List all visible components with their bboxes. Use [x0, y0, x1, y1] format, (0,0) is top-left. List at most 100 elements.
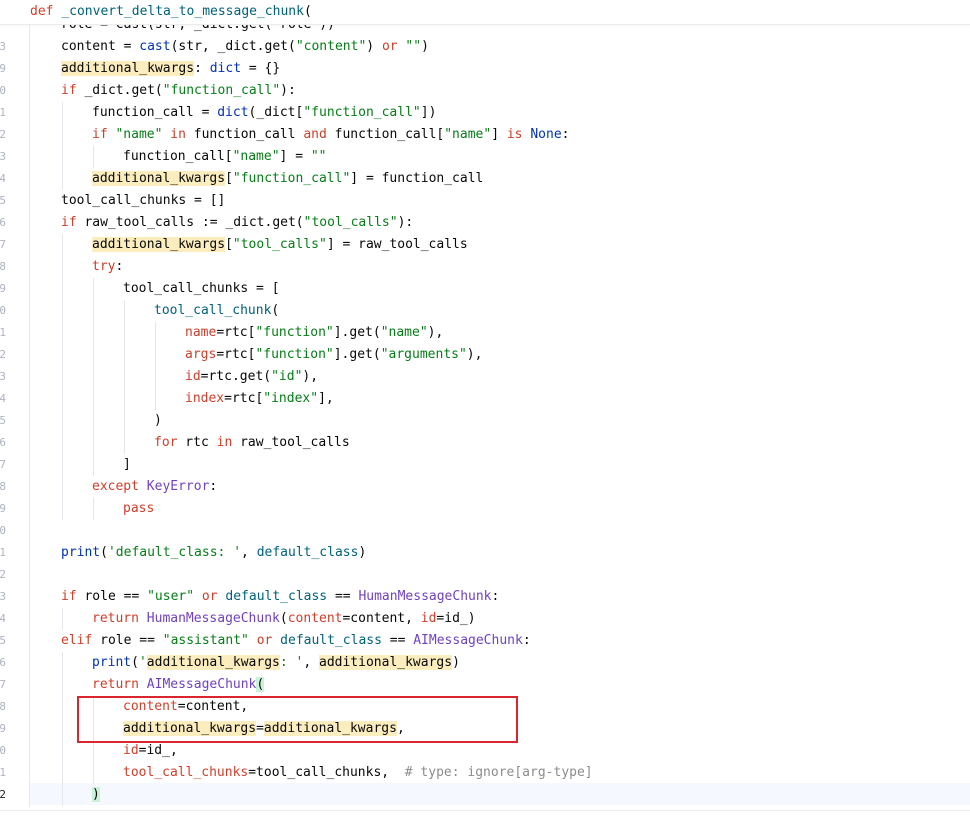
code-token: or	[381, 39, 398, 54]
code-token: :	[209, 479, 218, 494]
line-number: 9	[0, 722, 6, 735]
code-token: "function"	[255, 347, 334, 362]
sticky-scope-header[interactable]: def _convert_delta_to_message_chunk(	[0, 0, 970, 25]
indent-guide	[124, 322, 125, 344]
code-line[interactable]: print('default_class: ', default_class)	[61, 542, 366, 564]
indent-guide	[124, 432, 125, 454]
code-token: ),	[302, 369, 319, 384]
code-line[interactable]: if _dict.get("function_call"):	[61, 80, 296, 102]
code-token: "index"	[263, 391, 319, 406]
line-number: 5	[0, 414, 6, 427]
code-token: =rtc[	[216, 325, 256, 340]
indent-guide	[62, 278, 63, 300]
code-line[interactable]: function_call = dict(_dict["function_cal…	[92, 102, 436, 124]
code-line[interactable]: content=content,	[123, 696, 248, 718]
code-line[interactable]: tool_call_chunks=tool_call_chunks, # typ…	[123, 762, 593, 784]
code-line[interactable]: pass	[123, 498, 154, 520]
code-token: default_class	[256, 545, 359, 560]
indent-guide	[62, 300, 63, 322]
code-line[interactable]: if role == "user" or default_class == Hu…	[61, 586, 499, 608]
code-line[interactable]: )	[92, 784, 100, 806]
code-line[interactable]: content = cast(str, _dict.get("content")…	[61, 36, 429, 58]
code-line[interactable]: for rtc in raw_tool_calls	[154, 432, 350, 454]
code-editor[interactable]: 3 9 0 1 2 3 4 5 6 7 8 9 0 1 2 3 4 5 6 7 8 9 0 1 2 3 4 5 6 7 8 9 0 1 2 role…	[0, 0, 970, 815]
code-token: ]	[491, 127, 507, 142]
code-token: or	[201, 589, 218, 604]
code-token: )	[452, 655, 460, 670]
code-token: return	[92, 677, 139, 692]
indent-guide	[93, 740, 94, 762]
indent-guide	[62, 410, 63, 432]
code-line[interactable]: ]	[123, 454, 131, 476]
indent-guide	[62, 762, 63, 784]
indent-guide	[93, 388, 94, 410]
code-line[interactable]: additional_kwargs: dict = {}	[61, 58, 280, 80]
line-number: 5	[0, 194, 6, 207]
code-line[interactable]: print('additional_kwargs: ', additional_…	[92, 652, 460, 674]
indent-guide	[62, 366, 63, 388]
fold-guide-line	[29, 22, 30, 807]
line-number: 8	[0, 260, 6, 273]
code-token: if	[61, 215, 77, 230]
code-token: default_class	[280, 633, 382, 648]
highlighted-identifier: additional_kwargs	[123, 721, 257, 736]
code-line[interactable]: if raw_tool_calls := _dict.get("tool_cal…	[61, 212, 413, 234]
code-token: content =	[61, 39, 140, 54]
code-line[interactable]: index=rtc["index"],	[185, 388, 334, 410]
code-token: (	[100, 545, 108, 560]
line-number: 6	[0, 216, 6, 229]
code-line[interactable]: additional_kwargs["tool_calls"] = raw_to…	[92, 234, 468, 256]
code-token: name	[185, 325, 217, 340]
code-token: tool_call_chunks = []	[61, 193, 226, 208]
indent-guide	[155, 322, 156, 344]
code-token: AIMessageChunk	[146, 677, 257, 692]
code-line[interactable]: additional_kwargs["function_call"] = fun…	[92, 168, 483, 190]
code-line[interactable]: if "name" in function_call and function_…	[92, 124, 569, 146]
code-line[interactable]: elif role == "assistant" or default_clas…	[61, 630, 531, 652]
code-token: ):	[397, 215, 414, 230]
code-line[interactable]: return HumanMessageChunk(content=content…	[92, 608, 476, 630]
code-line[interactable]: except KeyError:	[92, 476, 217, 498]
indent-guide	[124, 300, 125, 322]
code-token: "name"	[380, 325, 428, 340]
code-token: (_dict[	[248, 105, 304, 120]
editor-bottom-border	[0, 810, 970, 811]
code-token: print	[61, 545, 101, 560]
code-token: if	[92, 127, 108, 142]
indent-guide	[62, 256, 63, 278]
code-token: "tool_calls"	[303, 215, 398, 230]
indent-guide	[62, 234, 63, 256]
code-line[interactable]: args=rtc["function"].get("arguments"),	[185, 344, 482, 366]
code-line[interactable]: id=rtc.get("id"),	[185, 366, 318, 388]
code-token: ""	[310, 149, 327, 164]
code-line[interactable]: additional_kwargs=additional_kwargs,	[123, 718, 405, 740]
code-token: (	[131, 655, 139, 670]
code-token: ),	[427, 325, 444, 340]
code-line[interactable]: function_call["name"] = ""	[123, 146, 327, 168]
line-number: 1	[0, 106, 6, 119]
code-token: except	[92, 479, 139, 494]
code-line[interactable]: tool_call_chunk(	[154, 300, 279, 322]
code-token: "function_call"	[162, 83, 281, 98]
code-token: ),	[466, 347, 483, 362]
code-token: :	[115, 259, 124, 274]
line-number: 6	[0, 436, 6, 449]
code-token: id	[123, 743, 139, 758]
code-token: [	[225, 171, 233, 186]
code-line[interactable]: )	[154, 410, 162, 432]
code-token: ] = function_call	[350, 171, 484, 186]
line-number: 8	[0, 480, 6, 493]
code-line[interactable]: tool_call_chunks = [	[123, 278, 280, 300]
code-token: ==	[327, 589, 359, 604]
code-token: cast	[139, 39, 171, 54]
code-line[interactable]: id=id_,	[123, 740, 178, 762]
code-line[interactable]: tool_call_chunks = []	[61, 190, 225, 212]
code-line[interactable]: name=rtc["function"].get("name"),	[185, 322, 443, 344]
indent-guide	[93, 762, 94, 784]
line-number: 1	[0, 546, 6, 559]
code-token: dict	[217, 105, 249, 120]
code-line[interactable]: try:	[92, 256, 123, 278]
code-line[interactable]: return AIMessageChunk(	[92, 674, 265, 696]
